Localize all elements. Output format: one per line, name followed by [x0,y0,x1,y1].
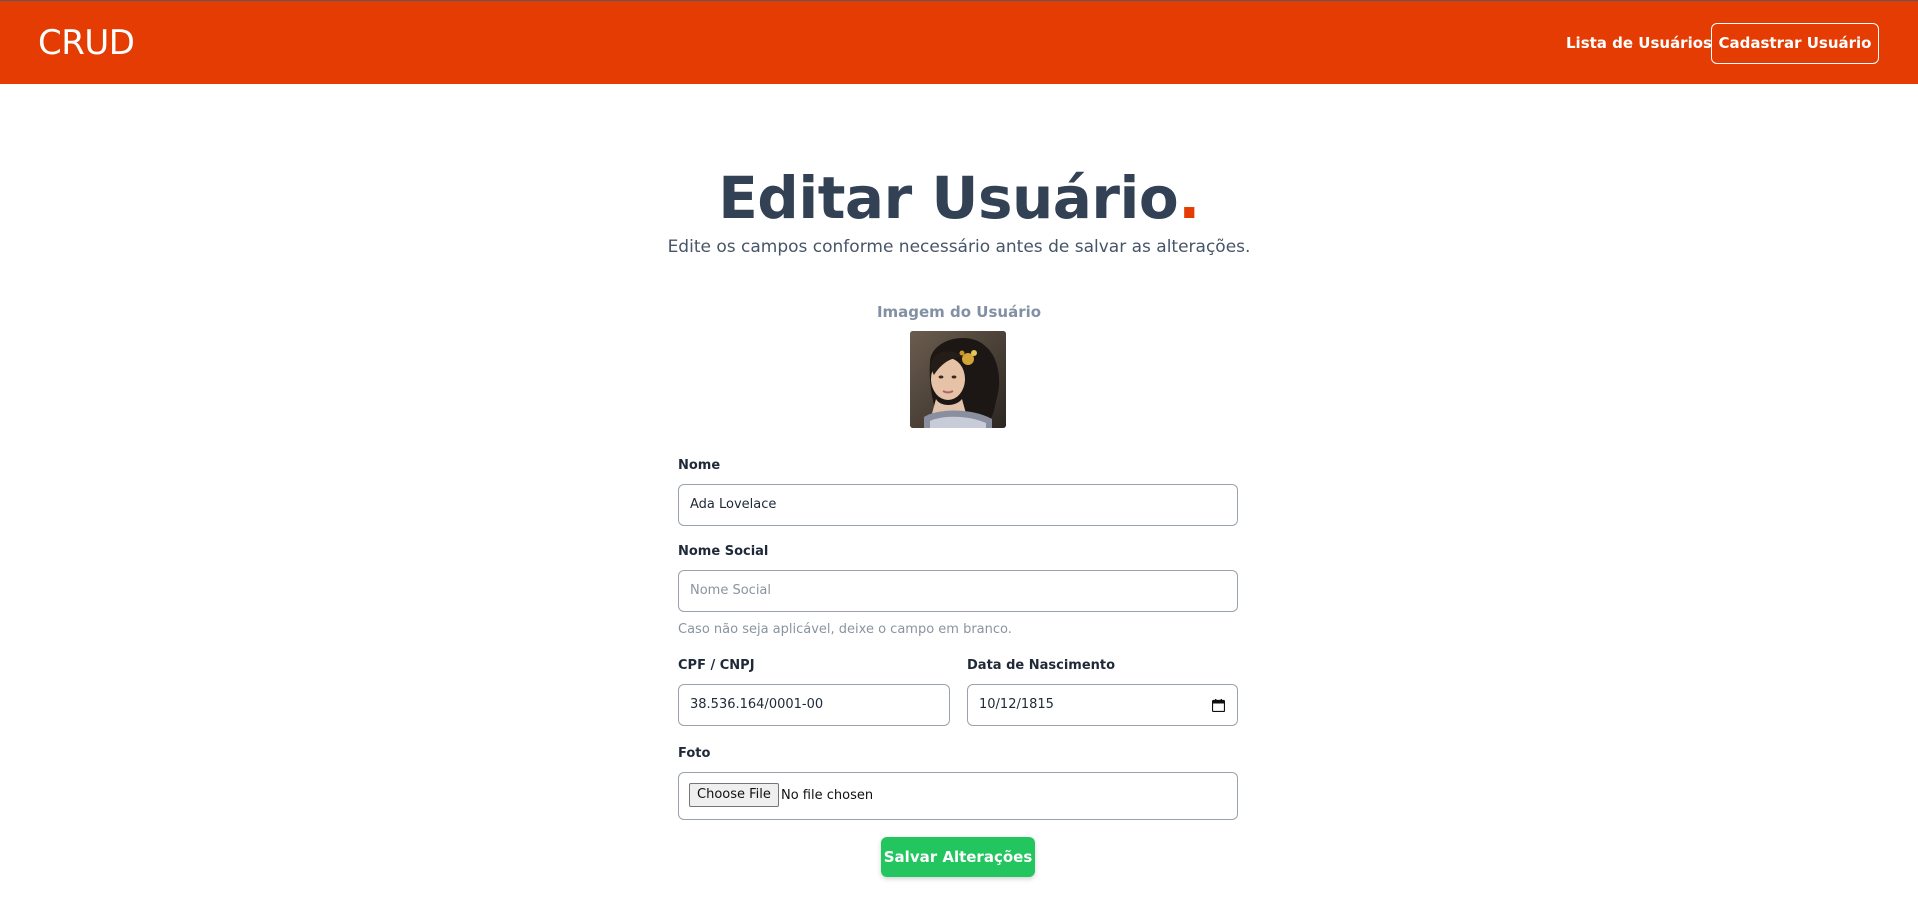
nome-input[interactable]: Ada Lovelace [678,484,1238,526]
calendar-icon[interactable] [1212,699,1225,712]
portrait-image [910,331,1006,428]
file-status-text: No file chosen [781,788,874,803]
page-subtitle: Edite os campos conforme necessário ante… [667,237,1251,257]
cpf-input[interactable]: 38.536.164/0001-00 [678,684,950,726]
nome-social-label: Nome Social [678,544,769,559]
birthdate-input[interactable]: 10/12/1815 [967,684,1238,726]
user-image-label: Imagem do Usuário [876,303,1042,321]
title-accent-dot: . [1178,164,1200,232]
nome-social-help: Caso não seja aplicável, deixe o campo e… [678,622,1012,637]
foto-file-input[interactable]: Choose File No file chosen [678,772,1238,820]
nav-link-user-list[interactable]: Lista de Usuários [1566,33,1712,53]
save-changes-button[interactable]: Salvar Alterações [881,837,1035,877]
page-title: Editar Usuário. [0,160,1918,236]
register-user-button[interactable]: Cadastrar Usuário [1711,23,1879,64]
foto-label: Foto [678,746,711,761]
nome-social-input[interactable]: Nome Social [678,570,1238,612]
nome-label: Nome [678,458,721,473]
page-title-text: Editar Usuário [718,164,1179,232]
birthdate-value: 10/12/1815 [979,697,1054,712]
cpf-label: CPF / CNPJ [678,658,755,673]
user-avatar [910,331,1006,428]
navbar: CRUD Lista de Usuários Cadastrar Usuário [0,0,1918,84]
brand-logo[interactable]: CRUD [38,23,135,63]
birthdate-label: Data de Nascimento [967,658,1116,673]
choose-file-button[interactable]: Choose File [689,783,779,807]
